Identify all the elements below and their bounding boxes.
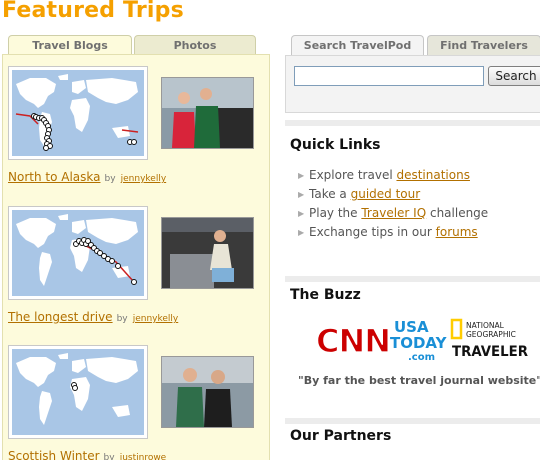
featured-trips-title: Featured Trips [2, 0, 184, 23]
arrow-right-icon: ▶ [298, 228, 305, 237]
trip-caption: Scottish Winter by justinrowe [8, 445, 166, 460]
search-input[interactable] [294, 66, 484, 86]
trip-title-link[interactable]: The longest drive [8, 310, 113, 324]
world-map-icon [12, 349, 144, 435]
trip-by-label: by [103, 453, 115, 460]
quick-links-heading: Quick Links [290, 137, 381, 153]
press-logos: CNN USA TODAY .com NATIONAL GEOGRAPHIC T… [315, 316, 536, 363]
trip-photo[interactable] [161, 77, 254, 149]
travelers-photo-icon [162, 78, 253, 148]
tab-search-travelpod[interactable]: Search TravelPod [291, 35, 424, 56]
page: Featured Trips Travel Blogs Photos North… [0, 0, 540, 460]
tab-travel-blogs[interactable]: Travel Blogs [8, 35, 132, 55]
quick-link-suffix: challenge [426, 206, 489, 220]
quick-link-traveler-iq[interactable]: Traveler IQ [361, 206, 426, 220]
usa-today-logo: USA TODAY .com [390, 318, 448, 363]
quick-link-prefix: Explore travel [309, 168, 397, 182]
tab-find-travelers[interactable]: Find Travelers [427, 35, 540, 56]
quick-link-destinations[interactable]: destinations [396, 168, 470, 182]
svg-text:GEOGRAPHIC: GEOGRAPHIC [466, 330, 516, 339]
world-map-icon [12, 70, 144, 156]
trip-author-link[interactable]: jennykelly [133, 314, 179, 324]
svg-text:CNN: CNN [316, 322, 390, 360]
section-divider [285, 276, 540, 282]
svg-text:.com: .com [408, 352, 435, 362]
list-item: ▶ Exchange tips in our forums [298, 225, 538, 244]
trip-title-link[interactable]: North to Alaska [8, 170, 100, 184]
search-button[interactable]: Search [488, 66, 540, 86]
natgeo-traveler-logo: NATIONAL GEOGRAPHIC TRAVELER [450, 318, 528, 360]
list-item: ▶ Play the Traveler IQ challenge [298, 206, 538, 225]
cnn-logo: CNN [315, 321, 391, 360]
svg-text:NATIONAL: NATIONAL [466, 321, 505, 330]
trip-by-label: by [116, 314, 128, 324]
search-panel: Search [285, 55, 540, 113]
trip-map[interactable] [8, 66, 148, 160]
trip-photo[interactable] [161, 217, 254, 289]
section-divider [285, 418, 540, 424]
quick-link-prefix: Exchange tips in our [309, 225, 436, 239]
list-item: ▶ Explore travel destinations [298, 168, 538, 187]
trip-map[interactable] [8, 345, 148, 439]
quick-link-prefix: Play the [309, 206, 362, 220]
arrow-right-icon: ▶ [298, 171, 305, 180]
featured-tabs: Travel Blogs Photos [8, 35, 258, 55]
tab-photos[interactable]: Photos [134, 35, 256, 55]
trip-map[interactable] [8, 206, 148, 300]
quick-link-prefix: Take a [309, 187, 351, 201]
quick-links-list: ▶ Explore travel destinations ▶ Take a gui… [298, 168, 538, 244]
traveler-photo-icon [162, 218, 253, 288]
trip-caption: North to Alaska by jennykelly [8, 166, 166, 185]
trip-photo[interactable] [161, 356, 254, 428]
trip-author-link[interactable]: justinrowe [120, 453, 167, 460]
partners-heading: Our Partners [290, 428, 392, 444]
svg-text:TRAVELER: TRAVELER [452, 344, 528, 360]
trip-title-link[interactable]: Scottish Winter [8, 449, 100, 460]
arrow-right-icon: ▶ [298, 190, 305, 199]
svg-text:TODAY: TODAY [390, 334, 448, 352]
trip-author-link[interactable]: jennykelly [121, 174, 167, 184]
quick-link-guided-tour[interactable]: guided tour [351, 187, 421, 201]
arrow-right-icon: ▶ [298, 209, 305, 218]
buzz-quote: "By far the best travel journal website" [298, 374, 540, 387]
trip-caption: The longest drive by jennykelly [8, 306, 178, 325]
buzz-heading: The Buzz [290, 287, 361, 303]
press-logos-graphic: CNN USA TODAY .com NATIONAL GEOGRAPHIC T… [315, 318, 528, 363]
section-divider [285, 120, 540, 126]
world-map-icon [12, 210, 144, 296]
search-tabs: Search TravelPod Find Travelers [291, 35, 540, 56]
quick-link-forums[interactable]: forums [436, 225, 478, 239]
trip-by-label: by [104, 174, 116, 184]
travelers-photo-icon [162, 357, 253, 427]
list-item: ▶ Take a guided tour [298, 187, 538, 206]
